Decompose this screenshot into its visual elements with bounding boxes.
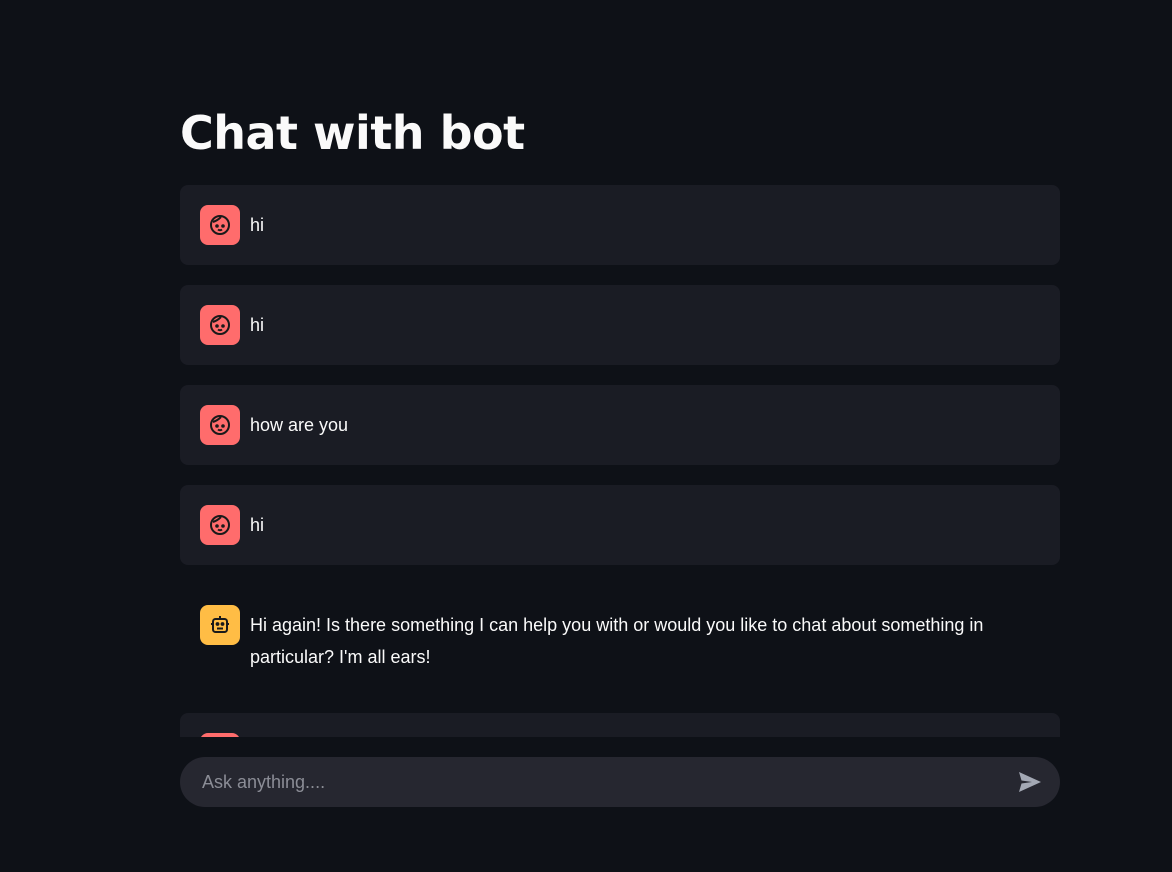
user-avatar <box>200 305 240 345</box>
chat-message-assistant: Hi again! Is there something I can help … <box>180 585 1060 693</box>
page-title: Chat with bot <box>180 106 525 160</box>
chat-message-user: how are you <box>180 385 1060 465</box>
message-text: hi <box>250 515 265 535</box>
user-avatar <box>200 505 240 545</box>
app-root: Chat with bot hi hi how are you hi Hi ag… <box>0 0 1172 872</box>
send-icon <box>1019 772 1041 792</box>
user-face-icon <box>210 415 230 435</box>
send-button[interactable] <box>1014 766 1046 798</box>
robot-icon <box>211 616 229 633</box>
chat-message-user: hi <box>180 285 1060 365</box>
assistant-avatar <box>200 605 240 645</box>
chat-message-user: hi <box>180 485 1060 565</box>
user-avatar <box>200 733 240 737</box>
message-text: hi <box>250 215 265 235</box>
chat-input-bar <box>180 757 1060 807</box>
user-avatar <box>200 405 240 445</box>
message-text: hi <box>250 315 265 335</box>
main-content[interactable]: Chat with bot hi hi how are you hi Hi ag… <box>180 0 1060 737</box>
message-text: Hi again! Is there something I can help … <box>250 615 984 667</box>
chat-input[interactable] <box>200 761 1014 803</box>
user-face-icon <box>210 515 230 535</box>
user-avatar <box>200 205 240 245</box>
message-list: hi hi how are you hi Hi again! Is there … <box>180 185 1060 737</box>
chat-message-user: hi <box>180 185 1060 265</box>
chat-message-user <box>180 713 1060 737</box>
user-face-icon <box>210 315 230 335</box>
user-face-icon <box>210 215 230 235</box>
message-text: how are you <box>250 415 349 435</box>
